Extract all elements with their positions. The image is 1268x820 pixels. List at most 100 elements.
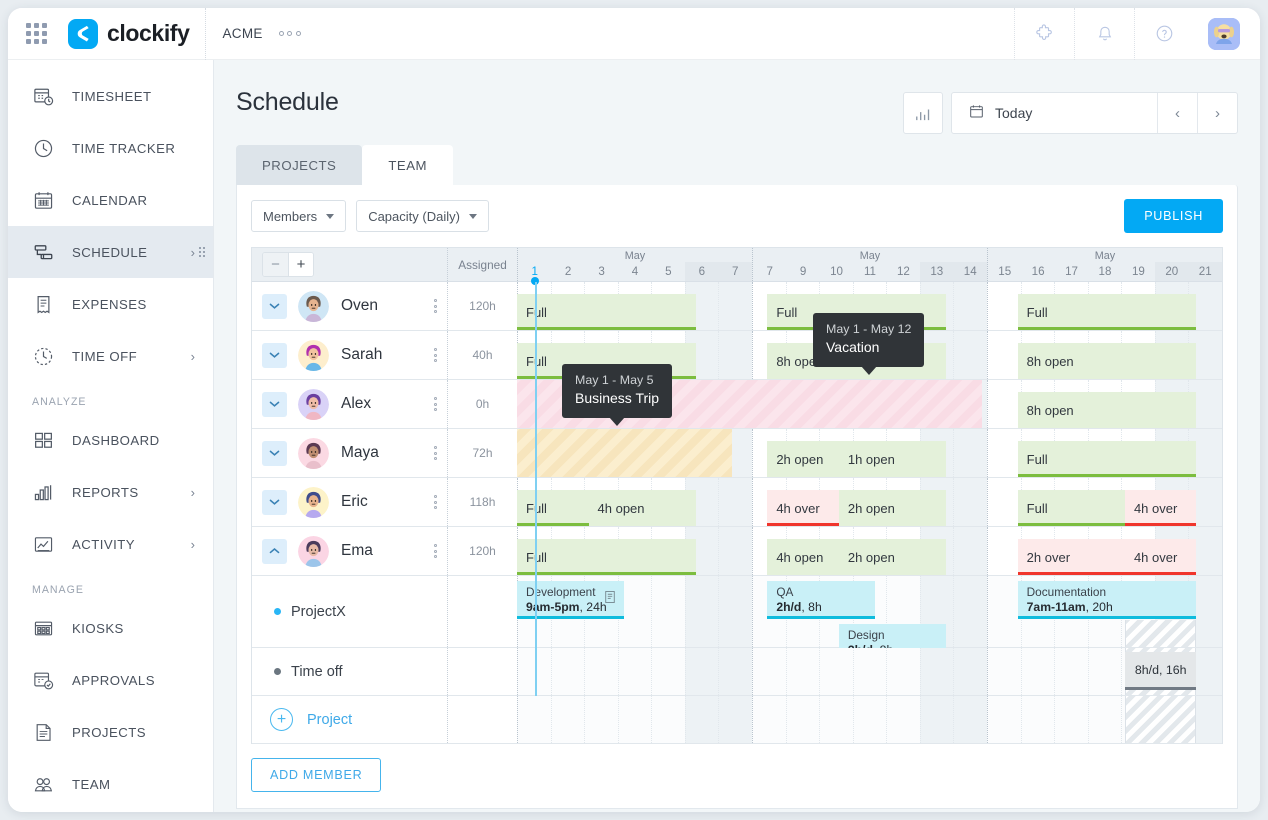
- day-cell[interactable]: [685, 696, 719, 743]
- sidebar-item-kiosks[interactable]: KIOSKS: [8, 602, 213, 654]
- add-member-button[interactable]: ADD MEMBER: [251, 758, 381, 792]
- capacity-filter-dropdown[interactable]: Capacity (Daily): [356, 200, 489, 232]
- capacity-segment[interactable]: 4h over: [1125, 539, 1197, 575]
- day-cell[interactable]: [518, 696, 551, 743]
- capacity-segment[interactable]: Full: [1018, 490, 1125, 526]
- capacity-segment[interactable]: 2h open: [767, 441, 839, 477]
- day-cell[interactable]: [953, 576, 987, 647]
- day-cell[interactable]: [753, 648, 786, 695]
- day-header-14[interactable]: 14: [954, 262, 987, 281]
- day-cell[interactable]: [685, 648, 719, 695]
- time-off-chip[interactable]: 8h/d, 16h: [1125, 652, 1197, 690]
- day-cell[interactable]: [718, 282, 752, 330]
- capacity-segment[interactable]: Full: [1018, 294, 1197, 330]
- day-cell[interactable]: [920, 696, 954, 743]
- day-cell[interactable]: [853, 648, 887, 695]
- day-cell[interactable]: [920, 648, 954, 695]
- day-header-18[interactable]: 18: [1088, 262, 1121, 281]
- day-cell[interactable]: [584, 648, 618, 695]
- day-header-15[interactable]: 15: [988, 262, 1021, 281]
- sidebar-item-projects[interactable]: PROJECTS: [8, 706, 213, 758]
- capacity-segment[interactable]: 8h open: [1018, 392, 1197, 428]
- time-off-band[interactable]: [517, 429, 732, 477]
- sidebar-item-calendar[interactable]: CALENDAR: [8, 174, 213, 226]
- sidebar-item-reports[interactable]: REPORTS ›: [8, 466, 213, 518]
- day-cell[interactable]: [1088, 648, 1122, 695]
- expand-button[interactable]: [262, 392, 287, 417]
- sidebar-item-activity[interactable]: ACTIVITY ›: [8, 518, 213, 570]
- capacity-segment[interactable]: 2h open: [839, 490, 946, 526]
- day-cell[interactable]: [819, 648, 853, 695]
- day-cell[interactable]: [651, 696, 685, 743]
- day-cell[interactable]: [988, 478, 1021, 526]
- zoom-in-button[interactable]: +: [288, 253, 313, 276]
- day-cell[interactable]: [718, 648, 752, 695]
- member-menu-button[interactable]: [434, 299, 437, 313]
- date-today-button[interactable]: Today: [952, 93, 1157, 133]
- capacity-segment[interactable]: 4h open: [589, 490, 696, 526]
- note-icon[interactable]: [604, 590, 616, 609]
- capacity-segment[interactable]: Full: [517, 490, 589, 526]
- day-cell[interactable]: [953, 478, 987, 526]
- collapse-button[interactable]: [262, 539, 287, 564]
- day-cell[interactable]: [988, 527, 1021, 575]
- member-menu-button[interactable]: [434, 348, 437, 362]
- day-cell[interactable]: [853, 696, 887, 743]
- day-cell[interactable]: [786, 696, 820, 743]
- day-header-4[interactable]: 4: [618, 262, 651, 281]
- capacity-segment[interactable]: Full: [1018, 441, 1197, 477]
- capacity-segment[interactable]: Full: [517, 539, 696, 575]
- grid-apps-icon[interactable]: [8, 23, 64, 44]
- member-menu-button[interactable]: [434, 397, 437, 411]
- day-header-6[interactable]: 6: [685, 262, 718, 281]
- day-header-17[interactable]: 17: [1055, 262, 1088, 281]
- member-menu-button[interactable]: [434, 446, 437, 460]
- task-bar[interactable]: Documentation7am-11am, 20h: [1018, 581, 1197, 619]
- add-project-button[interactable]: +Project: [252, 696, 447, 743]
- publish-button[interactable]: PUBLISH: [1124, 199, 1223, 233]
- task-bar[interactable]: QA2h/d, 8h: [767, 581, 874, 619]
- day-cell[interactable]: [988, 576, 1021, 647]
- day-cell[interactable]: [551, 696, 585, 743]
- bell-icon[interactable]: [1074, 8, 1134, 60]
- day-header-13[interactable]: 13: [920, 262, 953, 281]
- day-header-2[interactable]: 2: [551, 262, 584, 281]
- puzzle-icon[interactable]: [1014, 8, 1074, 60]
- prev-period-button[interactable]: ‹: [1157, 93, 1197, 133]
- day-cell[interactable]: [618, 696, 652, 743]
- day-cell[interactable]: [551, 648, 585, 695]
- member-menu-button[interactable]: [434, 495, 437, 509]
- day-cell[interactable]: [988, 648, 1021, 695]
- day-cell[interactable]: [518, 648, 551, 695]
- sidebar-item-time-tracker[interactable]: TIME TRACKER: [8, 122, 213, 174]
- capacity-segment[interactable]: Full: [517, 294, 696, 330]
- day-cell[interactable]: [953, 648, 987, 695]
- day-cell[interactable]: [753, 696, 786, 743]
- day-header-11[interactable]: 11: [853, 262, 886, 281]
- members-filter-dropdown[interactable]: Members: [251, 200, 346, 232]
- capacity-segment[interactable]: 1h open: [839, 441, 946, 477]
- day-cell[interactable]: [718, 696, 752, 743]
- day-cell[interactable]: [786, 648, 820, 695]
- day-cell[interactable]: [953, 282, 987, 330]
- brand-logo[interactable]: clockify: [64, 19, 189, 49]
- sidebar-item-dashboard[interactable]: DASHBOARD: [8, 414, 213, 466]
- day-cell[interactable]: [819, 696, 853, 743]
- tab-team[interactable]: TEAM: [362, 145, 453, 185]
- capacity-segment[interactable]: 4h over: [1125, 490, 1197, 526]
- day-cell[interactable]: [718, 576, 752, 647]
- day-cell[interactable]: [685, 576, 719, 647]
- day-cell[interactable]: [953, 696, 987, 743]
- workspace-name[interactable]: ACME: [222, 26, 262, 41]
- member-menu-button[interactable]: [434, 544, 437, 558]
- day-cell[interactable]: [988, 282, 1021, 330]
- day-header-9[interactable]: 9: [786, 262, 819, 281]
- day-header-7[interactable]: 7: [753, 262, 786, 281]
- day-cell[interactable]: [1021, 648, 1055, 695]
- expand-button[interactable]: [262, 343, 287, 368]
- day-header-3[interactable]: 3: [585, 262, 618, 281]
- expand-button[interactable]: [262, 441, 287, 466]
- sidebar-item-team[interactable]: TEAM: [8, 758, 213, 810]
- tab-projects[interactable]: PROJECTS: [236, 145, 362, 185]
- bar-chart-icon[interactable]: [903, 92, 943, 134]
